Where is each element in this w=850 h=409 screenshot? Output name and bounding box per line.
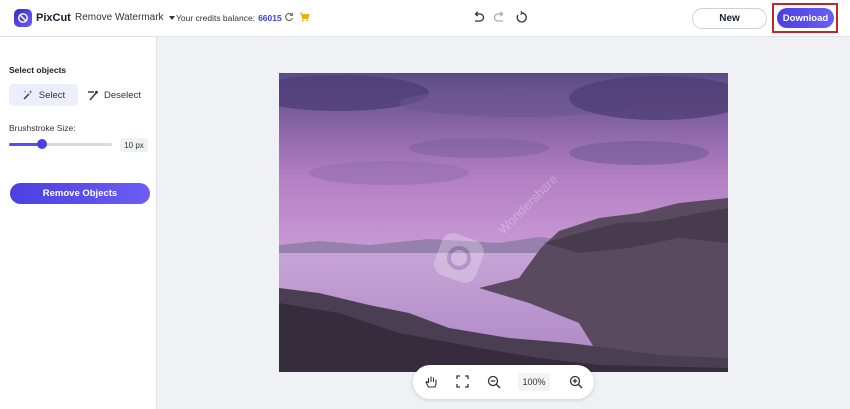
select-objects-title: Select objects <box>9 65 67 75</box>
brushstroke-label: Brushstroke Size: <box>9 123 76 133</box>
left-panel: Select objects Select Deselect Brushstro… <box>0 37 157 409</box>
credits-balance: Your credits balance: 66015 <box>176 13 282 23</box>
select-button[interactable]: Select <box>9 84 78 106</box>
download-button[interactable]: Download <box>777 8 834 28</box>
new-button[interactable]: New <box>692 8 767 29</box>
reset-icon[interactable] <box>515 11 528 24</box>
zoom-toolbar: 100% <box>413 365 594 399</box>
mode-dropdown[interactable]: Remove Watermark <box>75 12 175 23</box>
hand-icon[interactable] <box>425 375 438 389</box>
app-brand: PixCut <box>36 12 71 24</box>
cart-icon[interactable] <box>299 12 310 22</box>
chevron-down-icon <box>168 15 175 20</box>
credits-value: 66015 <box>258 13 282 23</box>
zoom-out-icon[interactable] <box>487 375 501 389</box>
zoom-in-icon[interactable] <box>569 375 583 389</box>
slider-handle[interactable] <box>36 139 47 149</box>
zoom-level: 100% <box>518 373 550 391</box>
pixcut-logo-icon[interactable] <box>14 9 32 27</box>
undo-icon[interactable] <box>472 11 485 24</box>
select-wand-icon <box>23 90 33 100</box>
mode-label: Remove Watermark <box>75 12 164 23</box>
top-bar: PixCut Remove Watermark Your credits bal… <box>0 0 850 37</box>
brush-size-slider[interactable] <box>9 139 112 149</box>
refresh-icon[interactable] <box>284 12 294 22</box>
deselect-button[interactable]: Deselect <box>84 84 150 106</box>
credits-label: Your credits balance: <box>176 13 256 23</box>
deselect-label: Deselect <box>104 89 141 101</box>
edited-image[interactable]: Wondershare <box>279 73 728 372</box>
fit-screen-icon[interactable] <box>456 375 469 388</box>
redo-icon[interactable] <box>493 11 506 24</box>
remove-objects-button[interactable]: Remove Objects <box>10 183 150 204</box>
brush-size-value[interactable]: 10 px <box>120 138 148 152</box>
deselect-brush-icon <box>88 90 98 101</box>
select-label: Select <box>38 89 66 101</box>
